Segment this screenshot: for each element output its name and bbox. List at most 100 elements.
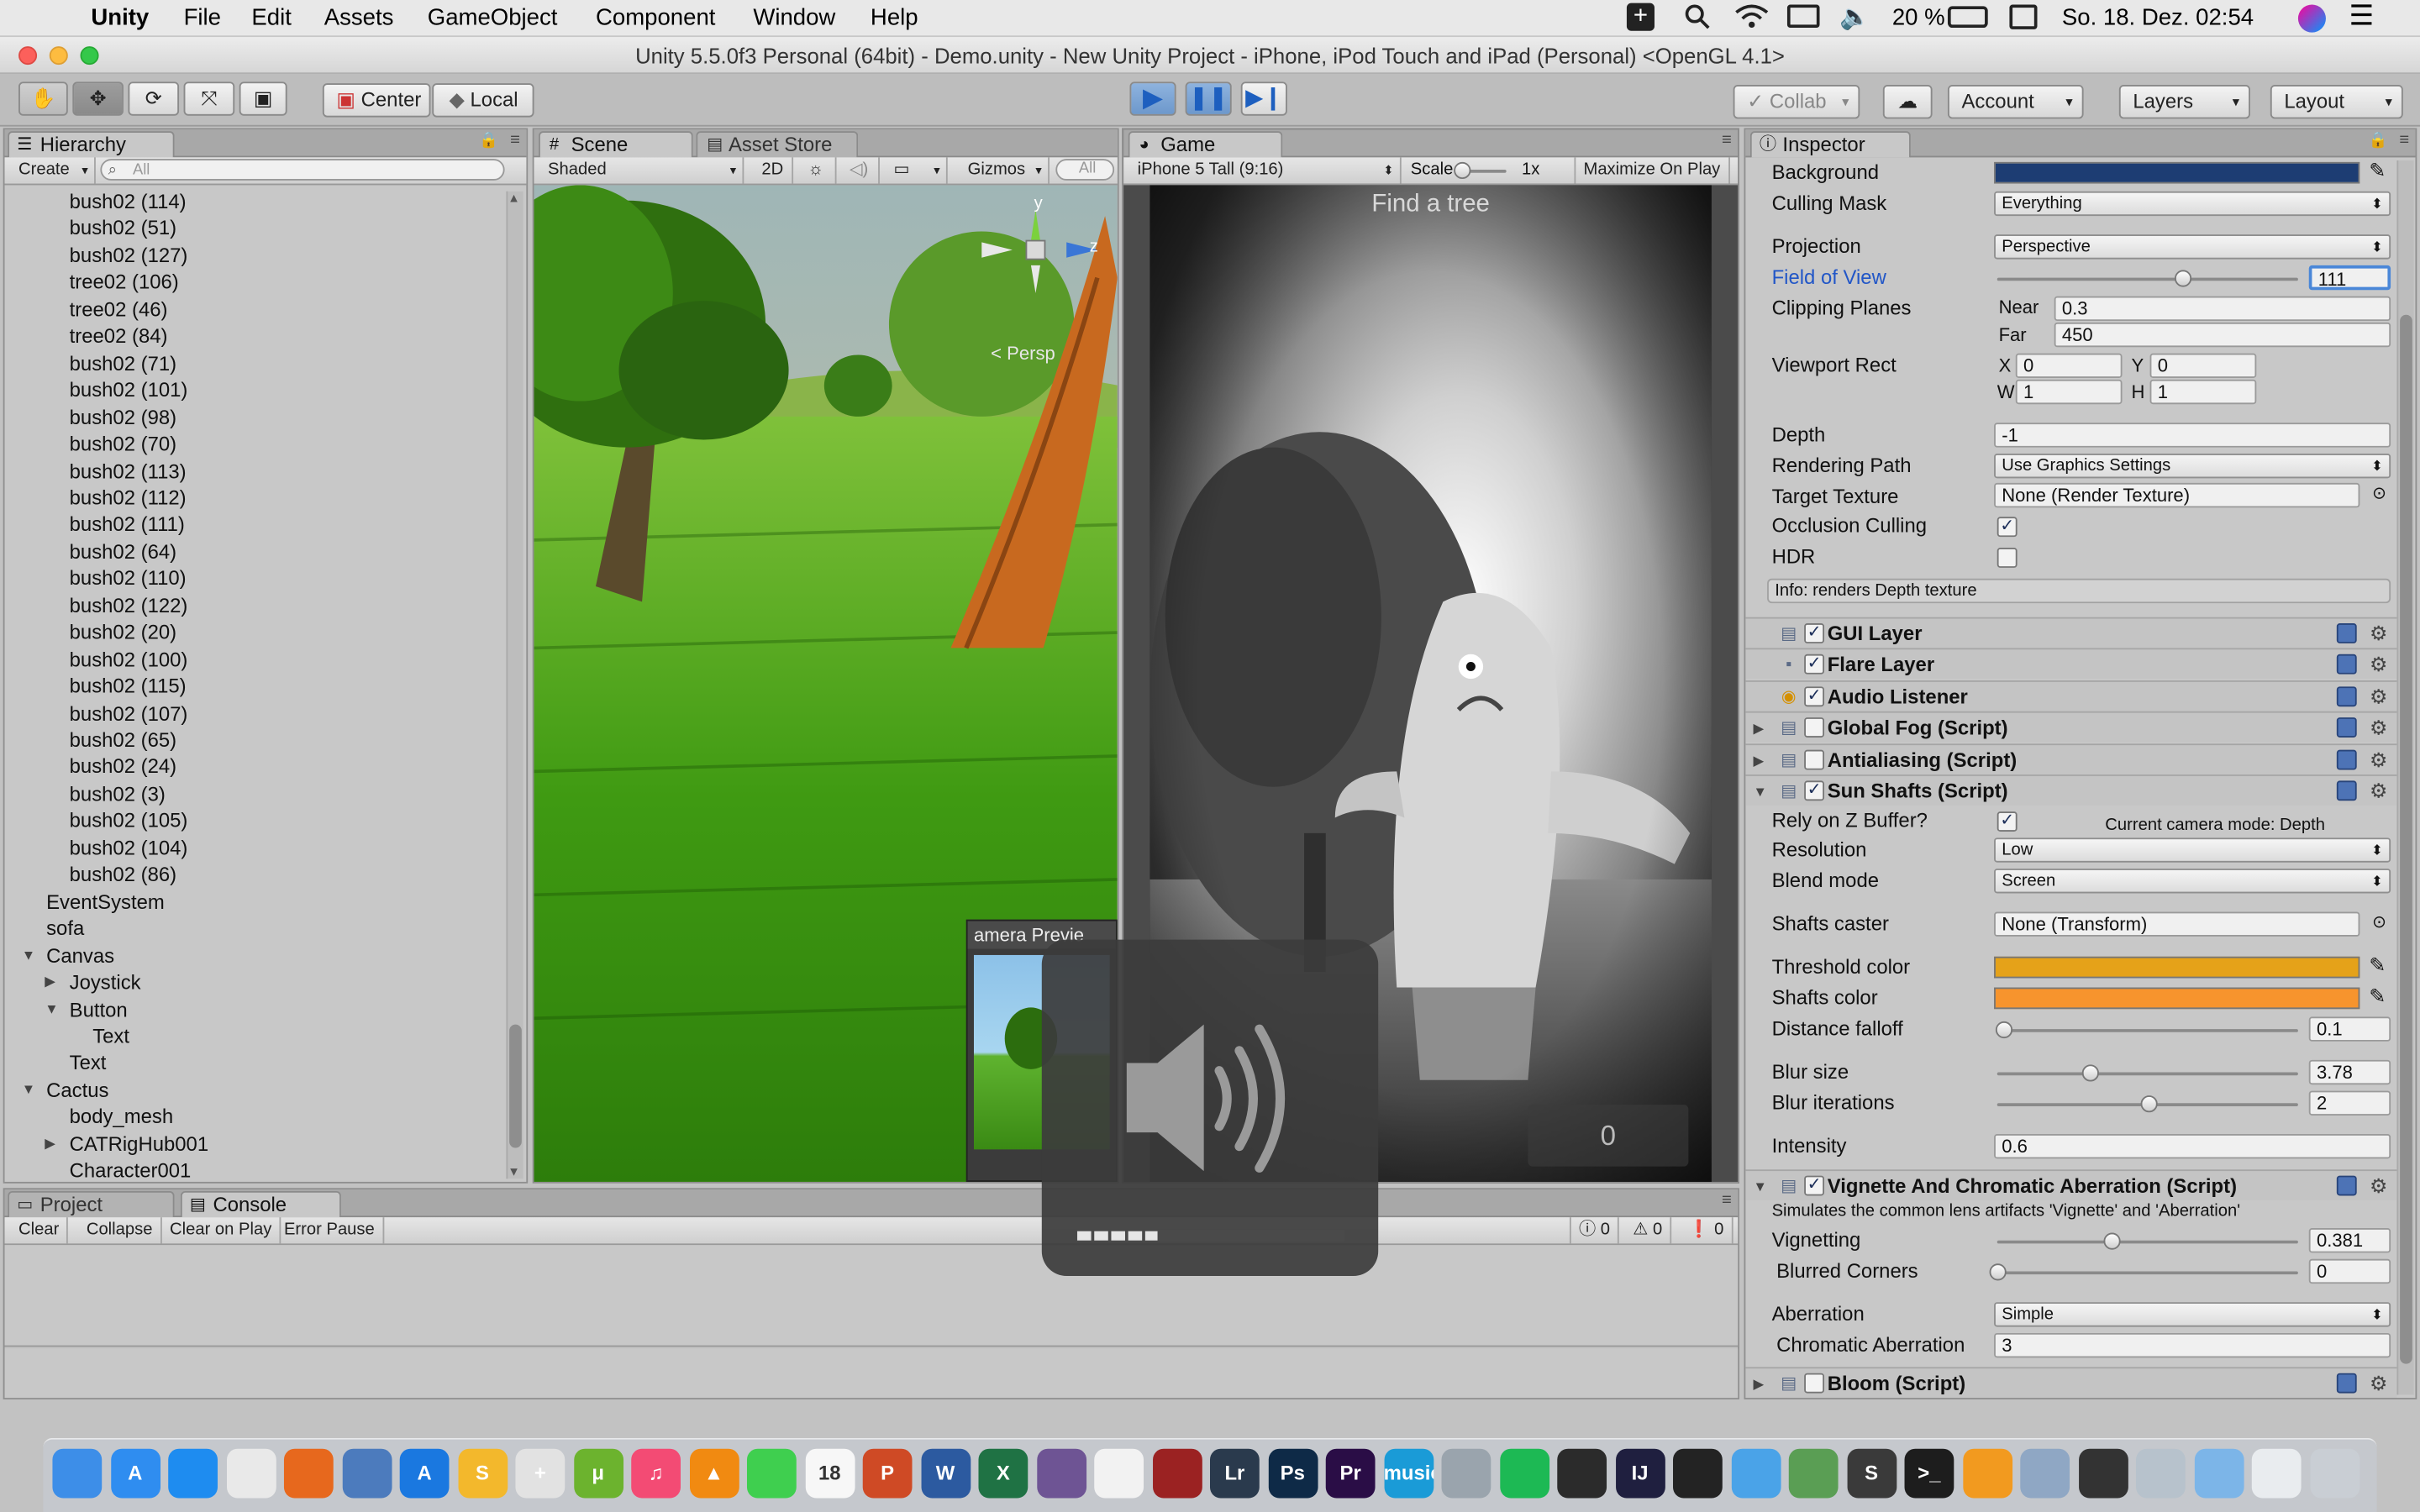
vignette-gear-icon[interactable]: ⚙ <box>2370 1174 2387 1199</box>
blur-size-input[interactable]: 3.78 <box>2308 1059 2391 1085</box>
hierarchy-item[interactable]: bush02 (104) <box>70 834 188 860</box>
vlc-icon[interactable]: ▲ <box>689 1448 739 1499</box>
hierarchy-scrollbar[interactable]: ▲ ▼ <box>506 191 523 1179</box>
distance-falloff-input[interactable]: 0.1 <box>2308 1016 2391 1042</box>
hierarchy-item[interactable]: bush02 (112) <box>70 485 187 511</box>
hand-tool-button[interactable]: ✋ <box>18 81 68 116</box>
chrome-icon[interactable] <box>226 1448 276 1499</box>
console-detail-area[interactable] <box>4 1348 1739 1399</box>
culling-mask-dropdown[interactable]: Everything <box>1994 191 2391 217</box>
component-header[interactable]: ▪ ✓ Flare Layer ⚙ <box>1745 648 2397 680</box>
bloom-help-icon[interactable] <box>2336 1373 2357 1394</box>
hierarchy-item[interactable]: bush02 (105) <box>70 807 188 833</box>
volume-icon[interactable]: 🔈 <box>1839 2 1870 33</box>
component-enabled-checkbox[interactable] <box>1804 717 1825 738</box>
safari-icon[interactable] <box>168 1448 218 1499</box>
plugin-status-icon[interactable]: + <box>1626 3 1655 31</box>
inspector-scrollbar[interactable] <box>2396 160 2414 1395</box>
game-panel-menu-icon[interactable]: ≡ <box>1722 131 1732 150</box>
intellij-icon[interactable]: IJ <box>1615 1448 1665 1499</box>
hierarchy-item[interactable]: bush02 (86) <box>70 861 176 887</box>
hierarchy-item[interactable]: bush02 (111) <box>70 512 185 538</box>
component-enabled-checkbox[interactable]: ✓ <box>1804 623 1825 643</box>
shading-mode-dropdown[interactable]: Shaded ▾ <box>540 157 744 184</box>
hierarchy-item[interactable]: bush02 (98) <box>70 403 176 429</box>
component-help-icon[interactable] <box>2336 717 2357 738</box>
occlusion-culling-checkbox[interactable]: ✓ <box>1996 517 2018 538</box>
console-clear-button[interactable]: Clear <box>11 1217 69 1244</box>
collapse-arrow-icon[interactable]: ▼ <box>45 996 58 1022</box>
distance-falloff-knob[interactable] <box>1995 1021 2012 1039</box>
scene-viewport[interactable]: y z < Persp amera Previe <box>534 185 1118 1182</box>
object-picker-icon[interactable]: ⊙ <box>2372 483 2386 503</box>
blur-iterations-knob[interactable] <box>2139 1095 2157 1113</box>
hierarchy-item[interactable]: bush02 (100) <box>70 646 188 672</box>
hierarchy-item[interactable]: Text <box>92 1023 129 1049</box>
wifi-icon[interactable] <box>1734 3 1769 37</box>
premiere-icon[interactable]: Pr <box>1325 1448 1376 1499</box>
blur-size-knob[interactable] <box>2082 1064 2100 1082</box>
hud-score-button[interactable]: 0 <box>1528 1105 1689 1167</box>
app-store-icon[interactable]: A <box>110 1448 160 1499</box>
vignette-help-icon[interactable] <box>2336 1175 2357 1196</box>
vignette-enabled-checkbox[interactable]: ✓ <box>1804 1175 1825 1196</box>
close-window-button[interactable] <box>18 46 38 66</box>
shafts-caster-field[interactable]: None (Transform) <box>1994 911 2360 937</box>
blur-size-slider[interactable] <box>1996 1064 2298 1082</box>
vignetting-slider[interactable] <box>1996 1232 2298 1250</box>
fov-slider[interactable] <box>1996 270 2298 287</box>
viewport-y-input[interactable]: 0 <box>2149 353 2257 379</box>
blur-iterations-input[interactable]: 2 <box>2308 1090 2391 1116</box>
console-log-area[interactable] <box>4 1245 1739 1347</box>
battery-icon[interactable] <box>1947 6 1988 29</box>
hierarchy-item[interactable]: bush02 (64) <box>70 538 176 564</box>
scroll-down-icon[interactable]: ▼ <box>508 1165 520 1179</box>
finder-icon[interactable] <box>52 1448 103 1499</box>
hierarchy-item[interactable]: bush02 (65) <box>70 727 176 753</box>
far-input[interactable]: 450 <box>2054 322 2391 348</box>
vignetting-knob[interactable] <box>2103 1232 2122 1250</box>
hierarchy-item[interactable]: tree02 (84) <box>70 323 168 349</box>
user-avatar[interactable] <box>2297 4 2326 33</box>
calendar-menu-icon[interactable] <box>2009 4 2038 29</box>
rely-z-checkbox[interactable]: ✓ <box>1996 811 2018 832</box>
menubar-clock[interactable]: So. 18. Dez. 02:54 <box>2062 5 2254 31</box>
component-header[interactable]: ▼ ▤ ✓ Sun Shafts (Script) ⚙ <box>1745 774 2397 806</box>
pause-button[interactable]: ❚❚ <box>1185 81 1232 116</box>
sublime-icon[interactable]: S <box>1846 1448 1897 1499</box>
move-tool-button[interactable]: ✥ <box>72 81 124 116</box>
gizmos-dropdown[interactable]: Gizmos ▾ <box>960 157 1050 184</box>
expand-arrow-icon[interactable]: ▶ <box>1754 717 1765 741</box>
hierarchy-scroll-thumb[interactable] <box>509 1024 522 1148</box>
hierarchy-item[interactable]: bush02 (101) <box>70 376 188 402</box>
hierarchy-item[interactable]: Cactus <box>46 1077 108 1103</box>
blend-mode-dropdown[interactable]: Screen <box>1994 869 2391 894</box>
layout-dropdown[interactable]: Layout <box>2270 85 2403 119</box>
component-bloom[interactable]: ▶ ▤ Bloom (Script) ⚙ <box>1745 1367 2397 1399</box>
photos-icon[interactable] <box>1094 1448 1144 1499</box>
minimize-window-button[interactable] <box>49 46 68 66</box>
hierarchy-item[interactable]: Joystick <box>70 969 141 995</box>
hierarchy-item[interactable]: CATRigHub001 <box>70 1131 208 1157</box>
account-dropdown[interactable]: Account <box>1947 85 2084 119</box>
projection-dropdown[interactable]: Perspective <box>1994 234 2391 260</box>
caster-picker-icon[interactable]: ⊙ <box>2372 912 2386 932</box>
scene-orientation-gizmo[interactable]: y z <box>981 194 1105 327</box>
menu-file[interactable]: File <box>184 5 221 31</box>
hierarchy-item[interactable]: Button <box>70 996 128 1022</box>
component-header[interactable]: ▶ ▤ Global Fog (Script) ⚙ <box>1745 711 2397 743</box>
resolution-dropdown[interactable]: Low <box>1994 837 2391 863</box>
component-help-icon[interactable] <box>2336 685 2357 706</box>
collapse-arrow-icon[interactable]: ▼ <box>22 1077 35 1103</box>
play-button[interactable]: ▶ <box>1129 81 1176 116</box>
pivot-center-button[interactable]: ▣ Center <box>322 83 431 118</box>
github-desktop-icon[interactable] <box>1036 1448 1086 1499</box>
maximize-on-play-toggle[interactable]: Maximize On Play <box>1574 157 1730 184</box>
scale-slider-knob[interactable] <box>1454 161 1471 180</box>
bloom-gear-icon[interactable]: ⚙ <box>2370 1372 2387 1396</box>
component-help-icon[interactable] <box>2336 654 2357 675</box>
tab-project[interactable]: ▭ Project <box>8 1190 175 1218</box>
hierarchy-item[interactable]: bush02 (113) <box>70 458 187 484</box>
tab-hierarchy[interactable]: ☰ Hierarchy <box>8 131 175 158</box>
unity-icon[interactable] <box>1557 1448 1607 1499</box>
